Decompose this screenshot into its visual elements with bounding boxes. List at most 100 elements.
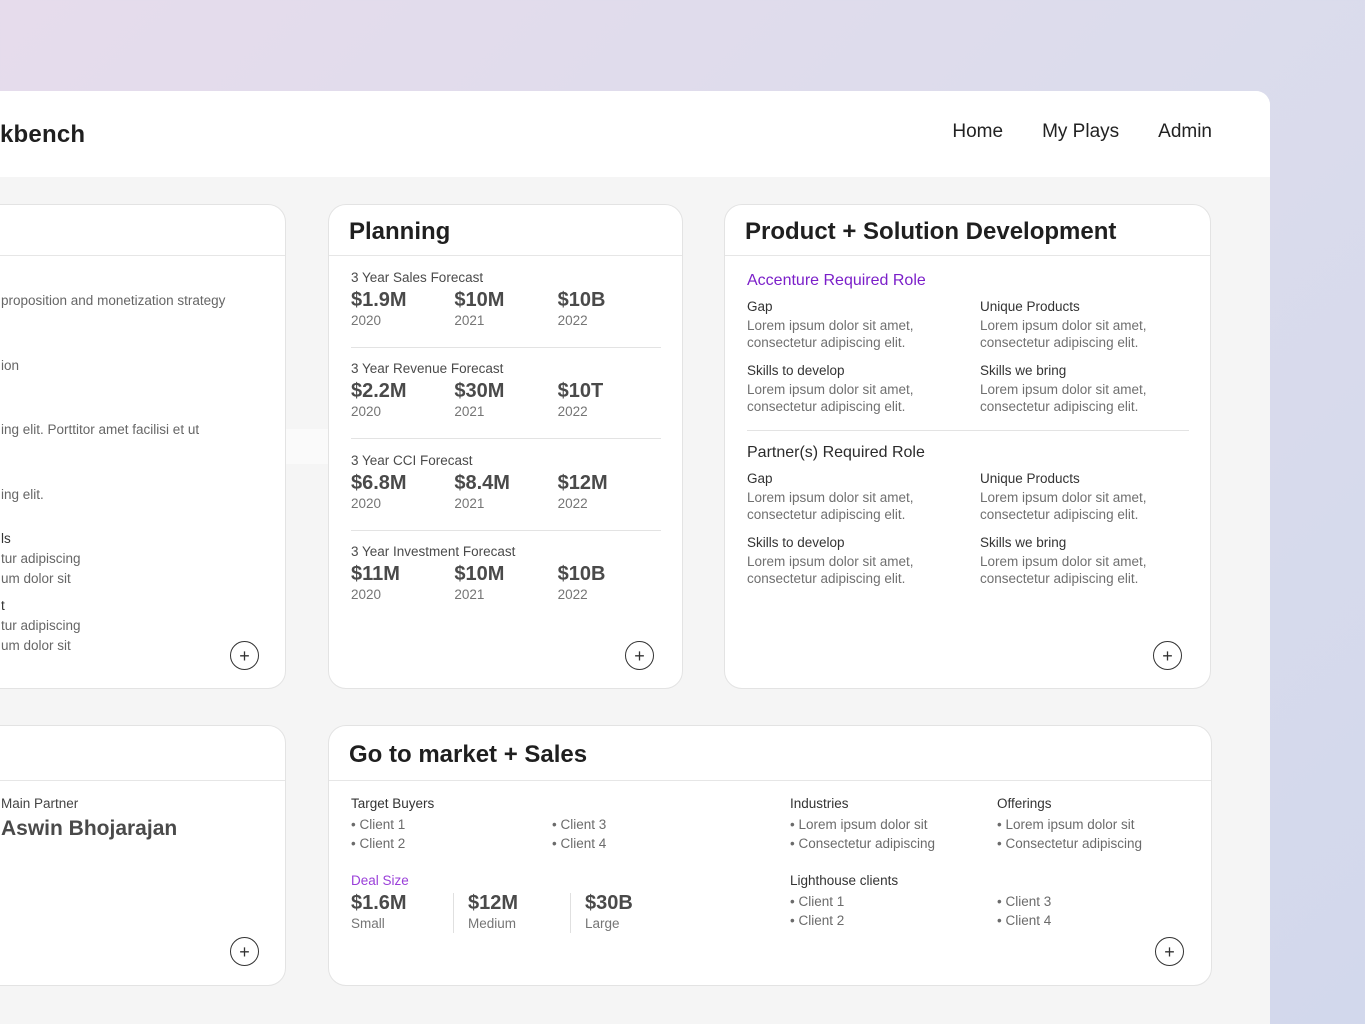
text-fragment: ing elit. xyxy=(1,487,44,502)
left-card: proposition and monetization strategy io… xyxy=(0,204,286,689)
card-title: Product + Solution Development xyxy=(745,218,1117,245)
forecast-year: 2021 xyxy=(454,313,485,328)
card-title: Go to market + Sales xyxy=(349,741,588,768)
list-item: • Client 1 xyxy=(790,894,845,909)
role-item-label: Unique Products xyxy=(980,471,1080,486)
forecast-block: 3 Year Revenue Forecast $2.2M 2020 $30M 20… xyxy=(351,361,661,419)
role-item-text: Lorem ipsum dolor sit amet, consectetur … xyxy=(980,318,1147,350)
card-header: Product + Solution Development xyxy=(725,205,1210,256)
lighthouse-label: Lighthouse clients xyxy=(790,873,899,888)
forecast-block: 3 Year Sales Forecast $1.9M 2020 $10M 2021… xyxy=(351,270,661,328)
role-item-label: Skills we bring xyxy=(980,363,1067,378)
plus-icon: + xyxy=(239,941,250,962)
forecast-name: 3 Year Revenue Forecast xyxy=(351,361,504,376)
role-item-text: Lorem ipsum dolor sit amet, consectetur … xyxy=(747,554,914,586)
deal-size-large: $30B Large xyxy=(585,892,633,931)
forecast-value: $1.9M xyxy=(351,289,407,311)
forecast-block: 3 Year CCI Forecast $6.8M 2020 $8.4M 2021 … xyxy=(351,453,661,511)
role-item-text: Lorem ipsum dolor sit amet, consectetur … xyxy=(980,490,1147,522)
card-header: Planning xyxy=(329,205,682,256)
deal-size-label: Deal Size xyxy=(351,873,409,888)
divider xyxy=(747,430,1189,431)
role-item: Unique Products Lorem ipsum dolor sit am… xyxy=(980,299,1190,351)
deal-size-small: $1.6M Small xyxy=(351,892,407,931)
add-button[interactable]: + xyxy=(1155,937,1184,966)
deal-value: $12M xyxy=(468,892,519,914)
add-button[interactable]: + xyxy=(1153,641,1182,670)
list-item: • Client 1 xyxy=(351,817,406,832)
role-item: Skills to develop Lorem ipsum dolor sit … xyxy=(747,363,957,415)
role-item-text: Lorem ipsum dolor sit amet, consectetur … xyxy=(980,554,1147,586)
role-item-text: Lorem ipsum dolor sit amet, consectetur … xyxy=(747,382,914,414)
text-fragment: ls xyxy=(1,531,11,546)
list-item: • Client 4 xyxy=(552,836,607,851)
card-connector xyxy=(284,429,330,464)
deal-size-medium: $12M Medium xyxy=(468,892,518,931)
role-item-label: Skills to develop xyxy=(747,363,845,378)
list-item: • Consectetur adipiscing xyxy=(790,836,936,851)
forecast-value: $30M xyxy=(454,380,505,402)
app-brand: kbench xyxy=(0,121,86,148)
nav-admin[interactable]: Admin xyxy=(1158,121,1212,143)
industries-label: Industries xyxy=(790,796,849,811)
text-fragment: t xyxy=(1,598,5,613)
forecast-block: 3 Year Investment Forecast $11M 2020 $10M… xyxy=(351,544,661,602)
forecast-year: 2022 xyxy=(557,313,588,328)
deal-caption: Small xyxy=(351,916,385,931)
divider xyxy=(351,530,661,531)
forecast-value: $10M xyxy=(454,289,505,311)
divider xyxy=(570,893,571,933)
text-fragment: ing elit. Porttitor amet facilisi et ut xyxy=(1,422,200,437)
add-button[interactable]: + xyxy=(230,937,259,966)
role-item-label: Skills we bring xyxy=(980,535,1067,550)
nav-home[interactable]: Home xyxy=(952,121,1003,143)
card-header xyxy=(0,726,285,781)
role-item-label: Gap xyxy=(747,471,773,486)
gtm-card: Go to market + Sales Target Buyers • Cli… xyxy=(328,725,1212,986)
card-title: Planning xyxy=(349,218,451,245)
add-button[interactable]: + xyxy=(625,641,654,670)
main-nav: Home My Plays Admin xyxy=(952,121,1212,143)
forecast-year: 2022 xyxy=(557,587,588,602)
forecast-value: $2.2M xyxy=(351,380,407,402)
forecast-value: $10B xyxy=(557,563,606,585)
offerings-label: Offerings xyxy=(997,796,1052,811)
plus-icon: + xyxy=(1162,645,1173,666)
forecast-value: $8.4M xyxy=(454,472,510,494)
divider xyxy=(453,893,454,933)
forecast-name: 3 Year Sales Forecast xyxy=(351,270,484,285)
section-heading: Partner(s) Required Role xyxy=(747,444,925,461)
list-item: • Lorem ipsum dolor sit xyxy=(997,817,1135,832)
forecast-year: 2020 xyxy=(351,404,382,419)
forecast-value: $11M xyxy=(351,563,400,585)
list-item: • Client 3 xyxy=(997,894,1052,909)
role-item: Skills we bring Lorem ipsum dolor sit am… xyxy=(980,363,1190,415)
plus-icon: + xyxy=(1164,941,1175,962)
partner-label: Main Partner xyxy=(1,796,79,811)
nav-my-plays[interactable]: My Plays xyxy=(1042,121,1119,143)
target-buyers-label: Target Buyers xyxy=(351,796,435,811)
forecast-year: 2022 xyxy=(557,404,588,419)
add-button[interactable]: + xyxy=(230,641,259,670)
role-item: Gap Lorem ipsum dolor sit amet, consecte… xyxy=(747,299,957,351)
section-heading: Accenture Required Role xyxy=(747,272,926,289)
role-item-label: Skills to develop xyxy=(747,535,845,550)
deal-value: $1.6M xyxy=(351,892,407,914)
list-item: • Client 2 xyxy=(351,836,406,851)
top-nav-bar: kbench Home My Plays Admin xyxy=(0,91,1270,177)
list-item: • Lorem ipsum dolor sit xyxy=(790,817,928,832)
role-item-text: Lorem ipsum dolor sit amet, consectetur … xyxy=(980,382,1147,414)
partner-name: Aswin Bhojarajan xyxy=(1,817,178,840)
forecast-value: $10T xyxy=(557,380,604,402)
forecast-value: $10B xyxy=(557,289,606,311)
forecast-year: 2020 xyxy=(351,587,382,602)
role-item-text: Lorem ipsum dolor sit amet, consectetur … xyxy=(747,318,914,350)
divider xyxy=(351,438,661,439)
forecast-year: 2021 xyxy=(454,496,485,511)
card-header xyxy=(0,205,285,256)
list-item: • Client 4 xyxy=(997,913,1052,928)
divider xyxy=(351,347,661,348)
role-item: Skills we bring Lorem ipsum dolor sit am… xyxy=(980,535,1190,587)
forecast-name: 3 Year Investment Forecast xyxy=(351,544,516,559)
role-item: Unique Products Lorem ipsum dolor sit am… xyxy=(980,471,1190,523)
